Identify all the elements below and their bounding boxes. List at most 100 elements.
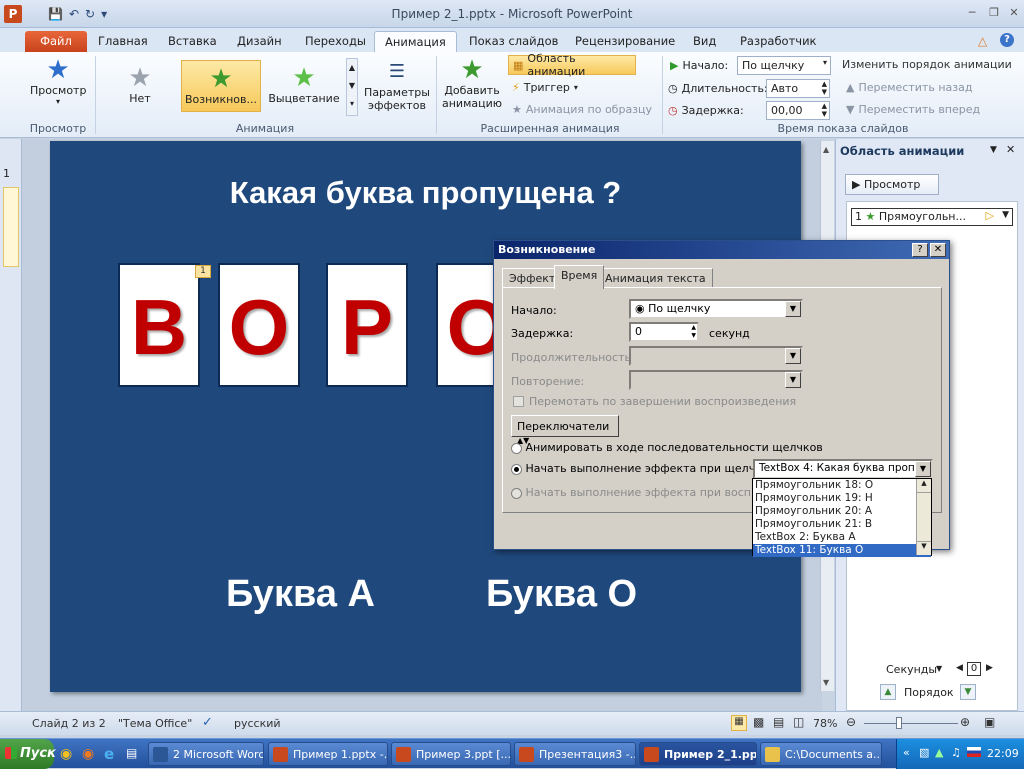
start-select[interactable]: По щелчку ▾ [737, 56, 831, 75]
slideshow-view-icon[interactable]: ◫ [793, 715, 804, 729]
tray-expand-icon[interactable]: « [903, 746, 910, 759]
normal-view-icon[interactable]: ▦ [731, 715, 747, 731]
radio-start-on-click[interactable]: Начать выполнение эффекта при щелчке [511, 462, 769, 475]
radio-click-sequence[interactable]: Анимировать в ходе последовательности ще… [511, 441, 823, 454]
fit-slide-icon[interactable]: ▣ [984, 715, 995, 729]
tab-review[interactable]: Рецензирование [565, 31, 685, 52]
taskbar-item-word[interactable]: 2 Microsoft Word [148, 742, 264, 766]
signal-icon[interactable]: ▲ [935, 746, 943, 759]
seconds-dropdown-icon[interactable]: ▼ [936, 664, 942, 673]
delay-input[interactable]: 00,00 ▲ ▼ [766, 101, 830, 120]
anim-fade[interactable]: ★ Выцветание [264, 60, 344, 112]
dialog-close-icon[interactable]: ✕ [930, 243, 946, 257]
help-icon[interactable]: ? [1000, 33, 1014, 47]
move-earlier-label: Переместить назад [858, 80, 973, 94]
list-item[interactable]: Прямоугольник 19: Н [753, 492, 931, 505]
dialog-delay-input[interactable]: 0 ▲ ▼ [629, 322, 699, 342]
language[interactable]: русский [234, 717, 281, 730]
dialog-start-select[interactable]: ◉ По щелчку ▼ [629, 299, 803, 319]
dialog-help-icon[interactable]: ? [912, 243, 928, 257]
move-later-button[interactable]: ▼ Переместить вперед [846, 99, 980, 119]
zoom-level[interactable]: 78% [813, 717, 837, 730]
show-desktop-icon[interactable]: ▤ [126, 746, 137, 760]
seconds-label[interactable]: Секунды [886, 663, 937, 676]
sorter-view-icon[interactable]: ▩ [753, 715, 764, 729]
letter-card[interactable]: О [218, 263, 300, 387]
list-item[interactable]: TextBox 2: Буква А [753, 531, 931, 544]
spellcheck-icon[interactable]: ✓ [202, 715, 213, 730]
duration-input[interactable]: Авто ▲ ▼ [766, 79, 830, 98]
list-item[interactable]: Прямоугольник 21: В [753, 518, 931, 531]
list-item[interactable]: Прямоугольник 18: О [753, 479, 931, 492]
answer-o[interactable]: Буква О [486, 573, 637, 616]
minimize-icon[interactable]: ─ [962, 6, 982, 20]
zoom-in-timeline-icon[interactable]: ▶ [986, 663, 993, 673]
zoom-out-timeline-icon[interactable]: ◀ [956, 663, 963, 673]
preview-button[interactable]: ★ Просмотр ▾ [30, 56, 86, 112]
add-animation-button[interactable]: ★ Добавить анимацию [440, 56, 504, 110]
network-icon[interactable]: ▧ [919, 746, 929, 759]
tab-developer[interactable]: Разработчик [730, 31, 827, 52]
triggers-button[interactable]: Переключатели ▲▼ [511, 415, 619, 445]
pane-menu-icon[interactable]: ▼ [990, 145, 997, 155]
language-flag-icon[interactable] [967, 747, 981, 757]
animation-pane-button[interactable]: ▦ Область анимации [508, 52, 636, 78]
tab-home[interactable]: Главная [88, 31, 158, 52]
reorder-down-icon[interactable]: ▼ [960, 684, 976, 700]
anim-none[interactable]: ★ Нет [100, 60, 180, 112]
list-item[interactable]: Прямоугольник 20: А [753, 505, 931, 518]
radio-start-on-play[interactable]: Начать выполнение эффекта при воспроизве [511, 486, 755, 499]
tab-animations[interactable]: Анимация [374, 31, 457, 52]
dialog-repeat-select[interactable]: ▼ [629, 370, 803, 390]
effect-options-button[interactable]: ☰ Параметры эффектов [364, 58, 430, 112]
gallery-scroll[interactable]: ▲ ▼ ▾ [346, 58, 358, 116]
letter-card[interactable]: В [118, 263, 200, 387]
close-icon[interactable]: ✕ [1004, 6, 1024, 20]
anim-appear[interactable]: ★ Возникнов... [181, 60, 261, 112]
reorder-up-icon[interactable]: ▲ [880, 684, 896, 700]
group-preview-label: Просмотр [29, 122, 87, 135]
pane-close-icon[interactable]: ✕ [1006, 143, 1015, 156]
chrome-icon[interactable]: ◉ [60, 746, 72, 762]
tab-insert[interactable]: Вставка [158, 31, 227, 52]
tab-transitions[interactable]: Переходы [295, 31, 376, 52]
taskbar-item-ppt3[interactable]: Пример 3.ppt [... [391, 742, 511, 766]
list-scrollbar[interactable]: ▲ ▼ [916, 479, 931, 555]
list-item-selected[interactable]: TextBox 11: Буква О [753, 544, 931, 557]
minimize-ribbon-icon[interactable]: △ [978, 34, 987, 48]
tab-view[interactable]: Вид [683, 31, 726, 52]
zoom-out-icon[interactable]: ⊖ [846, 715, 856, 729]
animation-painter-button[interactable]: ★ Анимация по образцу [512, 99, 652, 119]
tab-file[interactable]: Файл [25, 31, 87, 52]
move-earlier-button[interactable]: ▲ Переместить назад [846, 77, 972, 97]
volume-icon[interactable]: ♫ [951, 746, 961, 759]
tab-timing[interactable]: Время [554, 265, 605, 289]
start-button[interactable]: Пуск [0, 739, 56, 769]
taskbar-item-ppt1[interactable]: Пример 1.pptx -... [268, 742, 388, 766]
restore-icon[interactable]: ❐ [984, 6, 1004, 20]
slide-thumbnail[interactable] [3, 187, 19, 267]
ie-icon[interactable]: e [104, 745, 114, 763]
zoom-slider[interactable] [864, 723, 958, 724]
slide-question[interactable]: Какая буква пропущена ? [50, 175, 801, 211]
trigger-object-select[interactable]: TextBox 4: Какая буква пропущ ▼ [753, 459, 933, 479]
zoom-slider-thumb[interactable] [896, 717, 902, 729]
tab-slideshow[interactable]: Показ слайдов [459, 31, 568, 52]
animation-list-item[interactable]: 1 ★ Прямоугольн... ▷ ▼ [851, 208, 1013, 226]
zoom-in-icon[interactable]: ⊕ [960, 715, 970, 729]
taskbar-item-presentation3[interactable]: Презентация3 -... [514, 742, 636, 766]
taskbar-item-ppt2[interactable]: Пример 2_1.pp... [639, 742, 757, 766]
dialog-duration-select[interactable]: ▼ [629, 346, 803, 366]
rewind-checkbox[interactable] [513, 396, 524, 407]
tab-design[interactable]: Дизайн [227, 31, 292, 52]
pane-play-button[interactable]: ▶ Просмотр [845, 174, 939, 195]
item-dropdown-icon[interactable]: ▼ [1002, 210, 1009, 220]
animation-order-badge[interactable]: 1 [195, 265, 211, 278]
trigger-button[interactable]: ⚡ Триггер ▾ [512, 77, 578, 97]
reading-view-icon[interactable]: ▤ [773, 715, 784, 729]
tab-text-animation[interactable]: Анимация текста [598, 268, 713, 288]
taskbar-item-explorer[interactable]: C:\Documents a... [760, 742, 882, 766]
answer-a[interactable]: Буква А [226, 573, 375, 616]
firefox-icon[interactable]: ◉ [82, 746, 94, 762]
letter-card[interactable]: Р [326, 263, 408, 387]
